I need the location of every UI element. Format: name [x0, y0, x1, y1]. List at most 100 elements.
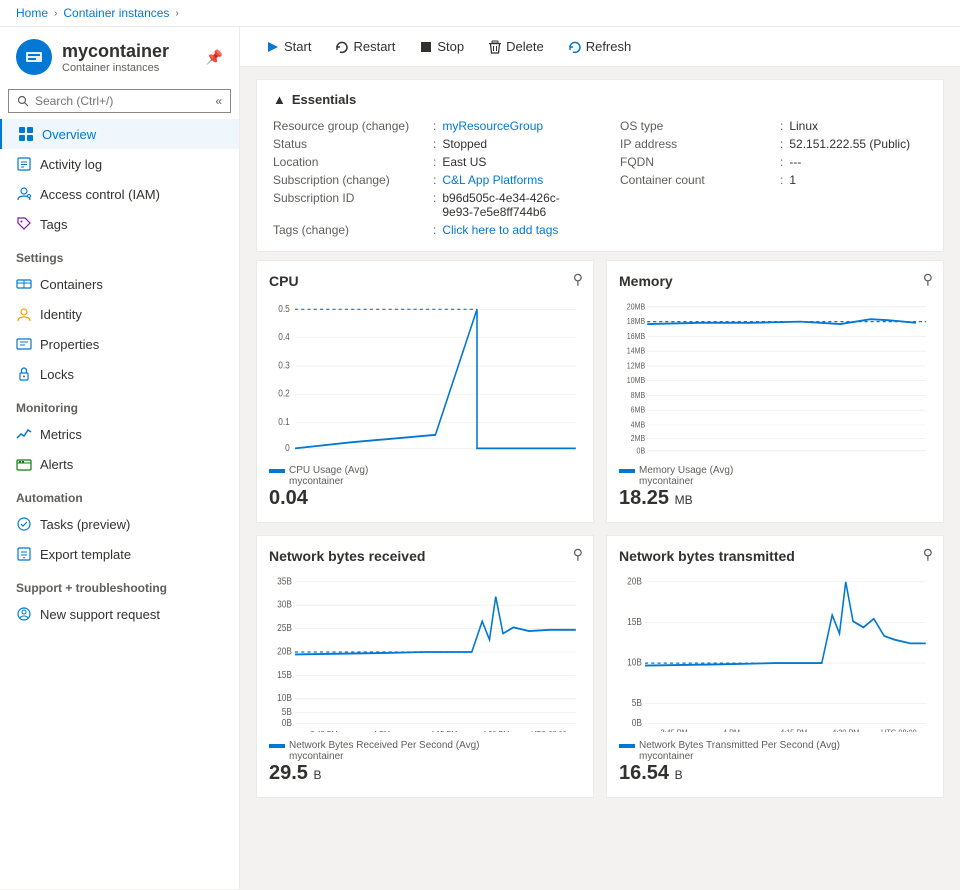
containers-icon	[16, 276, 32, 292]
svg-text:0B: 0B	[637, 446, 646, 456]
monitoring-section: Monitoring	[0, 389, 239, 419]
essentials-resource-group: Resource group (change) : myResourceGrou…	[273, 117, 580, 135]
svg-text:14MB: 14MB	[627, 346, 645, 356]
essentials-location: Location : East US	[273, 153, 580, 171]
memory-chart-pin[interactable]: ⚲	[923, 271, 933, 288]
cpu-chart-card: CPU ⚲ 0.5 0.4 0.3 0.2 0.1 0	[256, 260, 594, 523]
memory-value: 18.25 MB	[619, 487, 931, 510]
refresh-button[interactable]: Refresh	[558, 35, 642, 58]
sidebar-item-containers[interactable]: Containers	[0, 269, 239, 299]
cpu-legend-label: CPU Usage (Avg)	[289, 465, 368, 476]
cpu-chart-area: 0.5 0.4 0.3 0.2 0.1 0	[269, 297, 581, 457]
refresh-icon	[568, 40, 582, 54]
breadcrumb-container-instances[interactable]: Container instances	[63, 6, 169, 20]
export-template-icon	[16, 546, 32, 562]
memory-chart-title: Memory	[619, 273, 931, 289]
export-template-label: Export template	[40, 547, 131, 562]
restart-button[interactable]: Restart	[325, 35, 405, 58]
sidebar-item-tags[interactable]: Tags	[0, 209, 239, 239]
network-received-chart-area: 35B 30B 25B 20B 15B 10B 5B 0B	[269, 572, 581, 732]
restart-icon	[335, 40, 349, 54]
memory-chart-card: Memory ⚲ 20MB 18MB 16MB 14MB 12MB 10MB 8…	[606, 260, 944, 523]
resource-name: mycontainer	[62, 41, 169, 62]
network-received-pin[interactable]: ⚲	[573, 546, 583, 563]
sidebar-item-metrics[interactable]: Metrics	[0, 419, 239, 449]
essentials-header[interactable]: ▲ Essentials	[273, 92, 927, 107]
search-box[interactable]: «	[8, 89, 231, 113]
delete-button[interactable]: Delete	[478, 35, 554, 58]
properties-icon	[16, 336, 32, 352]
sidebar-item-access-control[interactable]: Access control (IAM)	[0, 179, 239, 209]
sidebar-header: mycontainer Container instances 📌	[0, 27, 239, 83]
svg-text:4:15 PM: 4:15 PM	[430, 729, 457, 732]
essentials-subscription: Subscription (change) : C&L App Platform…	[273, 171, 580, 189]
sub-value[interactable]: C&L App Platforms	[442, 173, 543, 187]
network-received-title: Network bytes received	[269, 548, 581, 564]
network-transmitted-svg: 20B 15B 10B 5B 0B	[619, 572, 931, 732]
iam-icon	[16, 186, 32, 202]
essentials-right: OS type : Linux IP address : 52.151.222.…	[620, 117, 927, 239]
network-transmitted-container: mycontainer	[639, 751, 931, 762]
support-label: New support request	[40, 607, 160, 622]
essentials-status: Status : Stopped	[273, 135, 580, 153]
container-count-value: 1	[789, 173, 796, 187]
breadcrumb-sep-1: ›	[54, 8, 57, 19]
svg-text:4 PM: 4 PM	[723, 728, 740, 732]
resource-type: Container instances	[62, 62, 169, 74]
svg-text:2MB: 2MB	[631, 433, 645, 443]
svg-text:3:45 PM: 3:45 PM	[661, 728, 688, 732]
network-received-legend-label: Network Bytes Received Per Second (Avg)	[289, 740, 479, 751]
fqdn-label: FQDN	[620, 155, 780, 169]
sidebar-item-tasks[interactable]: Tasks (preview)	[0, 509, 239, 539]
access-control-label: Access control (IAM)	[40, 187, 160, 202]
tags-field-label: Tags (change)	[273, 223, 433, 237]
network-transmitted-chart-area: 20B 15B 10B 5B 0B	[619, 572, 931, 732]
cpu-chart-pin[interactable]: ⚲	[573, 271, 583, 288]
search-input[interactable]	[35, 94, 209, 108]
sidebar-item-properties[interactable]: Properties	[0, 329, 239, 359]
memory-container-name: mycontainer	[639, 476, 931, 487]
svg-text:0B: 0B	[282, 717, 292, 728]
cpu-chart-title: CPU	[269, 273, 581, 289]
network-transmitted-chart-card: Network bytes transmitted ⚲ 20B 15B 10B …	[606, 535, 944, 798]
memory-legend-label: Memory Usage (Avg)	[639, 465, 733, 476]
sidebar: mycontainer Container instances 📌 «	[0, 27, 240, 889]
essentials-fqdn: FQDN : ---	[620, 153, 927, 171]
network-transmitted-pin[interactable]: ⚲	[923, 546, 933, 563]
fqdn-value: ---	[789, 155, 801, 169]
sidebar-item-activity-log[interactable]: Activity log	[0, 149, 239, 179]
svg-text:18MB: 18MB	[627, 316, 645, 326]
tags-value[interactable]: Click here to add tags	[442, 223, 558, 237]
containers-label: Containers	[40, 277, 103, 292]
memory-chart-footer: Memory Usage (Avg)	[619, 465, 931, 476]
sidebar-item-overview[interactable]: Overview	[0, 119, 239, 149]
os-label: OS type	[620, 119, 780, 133]
svg-text:0B: 0B	[632, 717, 642, 728]
stop-icon	[419, 40, 433, 54]
tags-label: Tags	[40, 217, 67, 232]
svg-text:0.1: 0.1	[278, 416, 290, 427]
collapse-icon[interactable]: «	[215, 94, 222, 108]
svg-text:20B: 20B	[627, 576, 642, 587]
sidebar-item-identity[interactable]: Identity	[0, 299, 239, 329]
network-received-legend-line	[269, 744, 285, 748]
svg-text:4 PM: 4 PM	[373, 729, 390, 732]
memory-legend-line	[619, 469, 635, 473]
svg-text:16MB: 16MB	[627, 331, 645, 341]
sidebar-item-support-request[interactable]: New support request	[0, 599, 239, 629]
activity-log-icon	[16, 156, 32, 172]
support-section: Support + troubleshooting	[0, 569, 239, 599]
essentials-os-type: OS type : Linux	[620, 117, 927, 135]
essentials-container-count: Container count : 1	[620, 171, 927, 189]
sidebar-item-locks[interactable]: Locks	[0, 359, 239, 389]
rg-value[interactable]: myResourceGroup	[442, 119, 543, 133]
start-button[interactable]: Start	[256, 35, 321, 58]
stop-button[interactable]: Stop	[409, 35, 474, 58]
locks-icon	[16, 366, 32, 382]
sidebar-item-alerts[interactable]: Alerts	[0, 449, 239, 479]
pin-icon[interactable]: 📌	[206, 49, 223, 66]
sidebar-item-export-template[interactable]: Export template	[0, 539, 239, 569]
network-transmitted-legend-line	[619, 744, 635, 748]
container-icon	[24, 47, 44, 67]
breadcrumb-home[interactable]: Home	[16, 6, 48, 20]
